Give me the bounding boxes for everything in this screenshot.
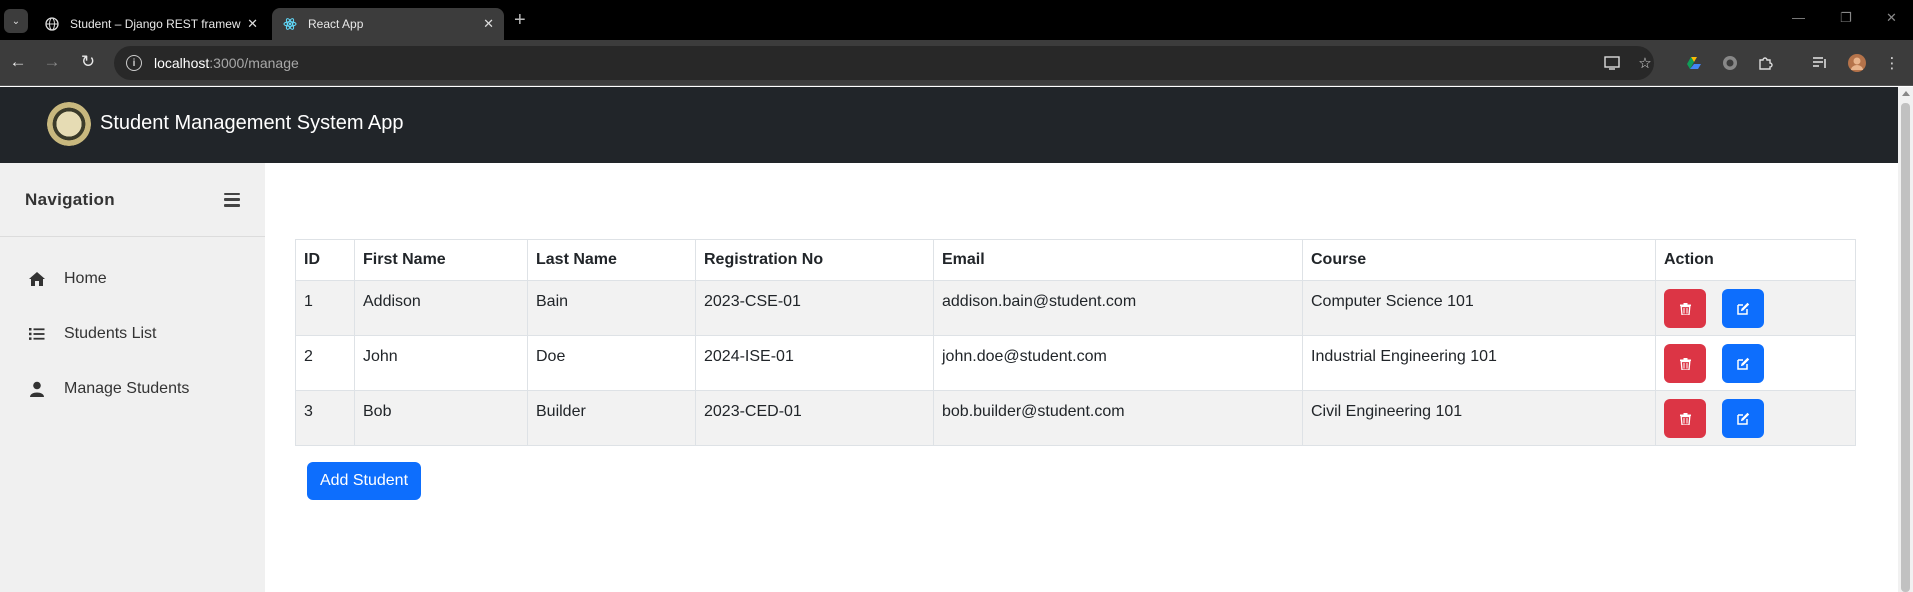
cell-id: 1 — [295, 280, 355, 336]
column-header-last-name: Last Name — [527, 239, 696, 281]
column-header-email: Email — [933, 239, 1303, 281]
scroll-thumb[interactable] — [1901, 103, 1910, 592]
cell-action — [1655, 280, 1856, 336]
edit-button[interactable] — [1722, 399, 1765, 438]
install-app-icon[interactable] — [1601, 52, 1623, 74]
sidebar-item-students-list[interactable]: Students List — [28, 325, 157, 343]
site-info-icon[interactable]: i — [126, 55, 142, 71]
trash-icon — [1679, 412, 1691, 425]
cell-action — [1655, 390, 1856, 446]
delete-button[interactable] — [1664, 344, 1706, 383]
close-tab-icon[interactable]: ✕ — [483, 16, 494, 32]
table-header-row: ID First Name Last Name Registration No … — [295, 239, 1856, 281]
cell-registration-no: 2023-CSE-01 — [695, 280, 934, 336]
scroll-up-arrow-icon[interactable] — [1902, 91, 1910, 96]
edit-pencil-icon — [1737, 412, 1750, 425]
cell-course: Computer Science 101 — [1302, 280, 1656, 336]
edit-button[interactable] — [1722, 344, 1765, 383]
add-student-button[interactable]: Add Student — [307, 462, 421, 500]
bookmark-star-icon[interactable]: ☆ — [1634, 52, 1656, 74]
list-icon — [28, 325, 46, 343]
sidebar-header: Navigation — [0, 163, 265, 237]
browser-toolbar: ← → ↻ i localhost:3000/manage ☆ ⋮ — [0, 40, 1913, 86]
url-host: localhost — [154, 55, 210, 71]
media-queue-icon[interactable] — [1809, 52, 1831, 74]
address-bar[interactable]: i localhost:3000/manage — [114, 46, 1654, 80]
cell-first-name: John — [354, 335, 528, 391]
app-navbar: Student Management System App — [0, 87, 1898, 163]
user-icon — [28, 380, 46, 398]
url-path: :3000/manage — [209, 55, 299, 71]
column-header-first-name: First Name — [354, 239, 528, 281]
cell-course: Industrial Engineering 101 — [1302, 335, 1656, 391]
edit-button[interactable] — [1722, 289, 1765, 328]
react-logo-icon — [282, 16, 298, 32]
table-row: 3 Bob Builder 2023-CED-01 bob.builder@st… — [295, 390, 1856, 446]
edit-pencil-icon — [1737, 302, 1750, 315]
back-arrow-icon[interactable]: ← — [8, 52, 28, 72]
reload-icon[interactable]: ↻ — [78, 52, 98, 72]
url-text: localhost:3000/manage — [154, 55, 299, 71]
profile-avatar[interactable] — [1846, 52, 1868, 74]
more-menu-icon[interactable]: ⋮ — [1881, 52, 1903, 74]
tab-title: Student – Django REST framew — [70, 17, 241, 31]
cell-last-name: Doe — [527, 335, 696, 391]
sidebar-item-label: Students List — [64, 325, 157, 342]
edit-pencil-icon — [1737, 357, 1750, 370]
tab-title: React App — [308, 17, 364, 31]
browser-tab-react[interactable]: React App ✕ — [272, 8, 504, 40]
close-tab-icon[interactable]: ✕ — [247, 16, 258, 32]
cell-last-name: Builder — [527, 390, 696, 446]
page-scrollbar[interactable] — [1898, 87, 1913, 592]
cell-course: Civil Engineering 101 — [1302, 390, 1656, 446]
puzzle-extensions-icon[interactable] — [1755, 52, 1777, 74]
browser-tab-django[interactable]: Student – Django REST framew ✕ — [34, 8, 268, 40]
sidebar-item-label: Home — [64, 270, 107, 287]
sidebar-item-label: Manage Students — [64, 380, 190, 397]
delete-button[interactable] — [1664, 289, 1706, 328]
delete-button[interactable] — [1664, 399, 1706, 438]
sidebar-item-manage-students[interactable]: Manage Students — [28, 380, 189, 398]
cell-email: addison.bain@student.com — [933, 280, 1303, 336]
hamburger-menu-icon[interactable] — [224, 192, 240, 207]
column-header-course: Course — [1302, 239, 1656, 281]
browser-tabstrip: ⌄ Student – Django REST framew ✕ React A… — [0, 0, 1913, 40]
column-header-registration-no: Registration No — [695, 239, 934, 281]
trash-icon — [1679, 302, 1691, 315]
university-logo — [47, 102, 91, 146]
globe-icon — [44, 16, 60, 32]
sidebar: Navigation Home Students List Manage Stu… — [0, 163, 265, 592]
extension-circle-icon[interactable] — [1719, 52, 1741, 74]
app-brand-title[interactable]: Student Management System App — [100, 112, 404, 135]
sidebar-item-home[interactable]: Home — [28, 270, 107, 288]
column-header-action: Action — [1655, 239, 1856, 281]
window-close-icon[interactable]: ✕ — [1886, 10, 1897, 26]
trash-icon — [1679, 357, 1691, 370]
cell-id: 3 — [295, 390, 355, 446]
minimize-icon[interactable]: — — [1792, 10, 1805, 25]
restore-icon[interactable]: ❐ — [1840, 10, 1852, 26]
cell-email: bob.builder@student.com — [933, 390, 1303, 446]
forward-arrow-icon[interactable]: → — [42, 52, 62, 72]
tab-search-chevron-icon[interactable]: ⌄ — [4, 9, 28, 33]
cell-registration-no: 2023-CED-01 — [695, 390, 934, 446]
cell-first-name: Addison — [354, 280, 528, 336]
sidebar-title: Navigation — [25, 189, 115, 209]
cell-first-name: Bob — [354, 390, 528, 446]
column-header-id: ID — [295, 239, 355, 281]
table-row: 2 John Doe 2024-ISE-01 john.doe@student.… — [295, 335, 1856, 391]
cell-id: 2 — [295, 335, 355, 391]
cell-email: john.doe@student.com — [933, 335, 1303, 391]
cell-last-name: Bain — [527, 280, 696, 336]
home-icon — [28, 270, 46, 288]
google-drive-icon[interactable] — [1683, 52, 1705, 74]
cell-action — [1655, 335, 1856, 391]
table-row: 1 Addison Bain 2023-CSE-01 addison.bain@… — [295, 280, 1856, 336]
cell-registration-no: 2024-ISE-01 — [695, 335, 934, 391]
new-tab-plus-icon[interactable]: + — [514, 10, 526, 30]
students-table: ID First Name Last Name Registration No … — [295, 239, 1856, 446]
